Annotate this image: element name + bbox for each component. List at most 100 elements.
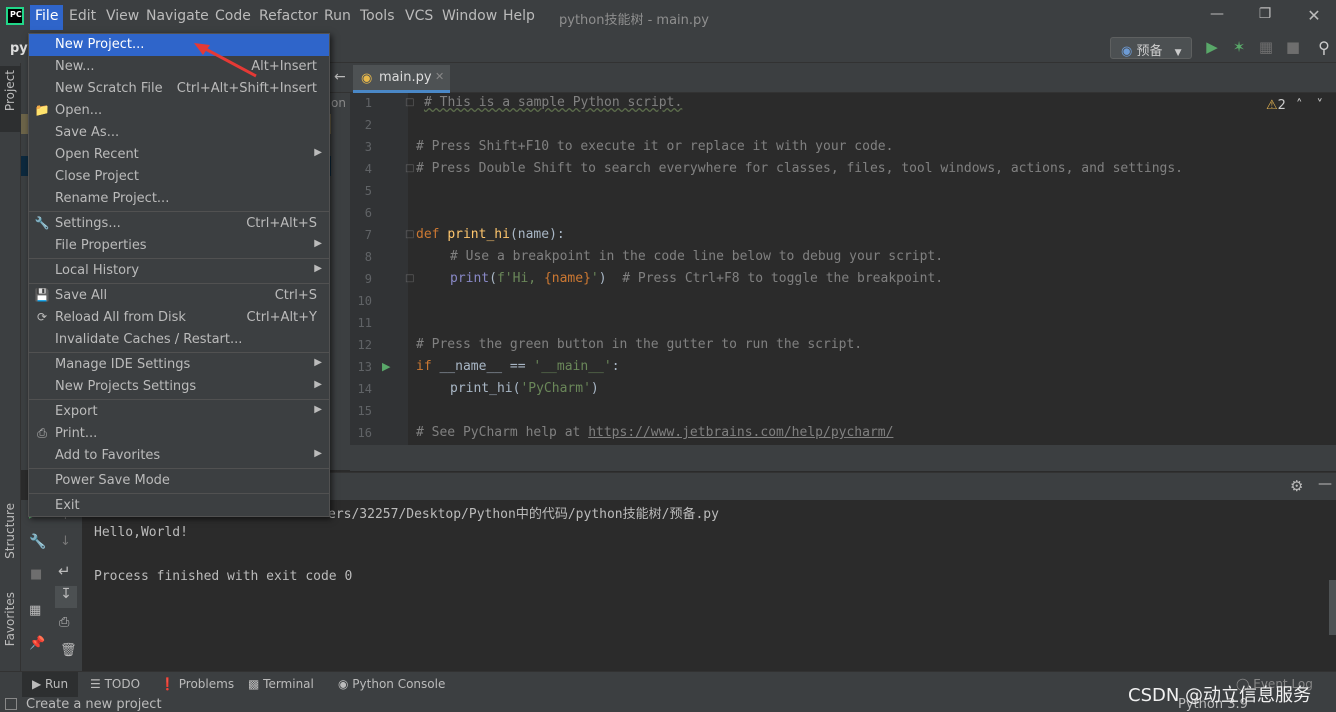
menu-item-rename-project[interactable]: Rename Project... xyxy=(29,188,329,210)
editor-bottom-area xyxy=(350,445,1336,471)
console-scrollbar[interactable] xyxy=(1329,580,1336,635)
favorites-tool-tab[interactable]: Favorites xyxy=(3,592,17,646)
search-icon[interactable]: ⚲ xyxy=(1314,38,1334,58)
menu-item-new[interactable]: New... Alt+Insert xyxy=(29,56,329,78)
down-arrow-icon[interactable]: ↓ xyxy=(60,534,71,549)
print-icon[interactable]: ⎙ xyxy=(59,615,69,630)
menu-item-print[interactable]: ⎙ Print... xyxy=(29,423,329,445)
tab-run[interactable]: ▶ Run xyxy=(32,677,68,691)
menu-item-new-project[interactable]: New Project... xyxy=(29,34,329,56)
soft-wrap-icon[interactable]: ↵ xyxy=(58,562,71,580)
run-gutter-icon[interactable]: ▶ xyxy=(382,360,390,373)
fold-icon[interactable]: □ xyxy=(405,229,414,240)
console-output-line: Hello,World! xyxy=(94,525,188,540)
menu-item-open[interactable]: 📁 Open... xyxy=(29,100,329,122)
line-number: 1 xyxy=(364,96,372,110)
menu-separator xyxy=(29,283,329,284)
terminal-icon: ▩ xyxy=(248,677,264,691)
line-number: 15 xyxy=(357,404,372,418)
menu-item-save-as[interactable]: Save As... xyxy=(29,122,329,144)
menu-navigate[interactable]: Navigate xyxy=(146,8,209,24)
menu-edit[interactable]: Edit xyxy=(69,8,96,24)
menu-item-open-recent[interactable]: Open Recent ▶ xyxy=(29,144,329,166)
menu-run[interactable]: Run xyxy=(324,8,351,24)
tab-problems[interactable]: ❗ Problems xyxy=(160,677,234,691)
chevron-up-icon[interactable]: ˄ xyxy=(1296,98,1303,113)
menu-vcs[interactable]: VCS xyxy=(405,8,433,24)
menu-item-add-to-favorites[interactable]: Add to Favorites ▶ xyxy=(29,445,329,467)
restore-icon[interactable]: ❐ xyxy=(1251,6,1279,28)
wrench-icon[interactable]: 🔧 xyxy=(29,534,46,550)
stop-icon[interactable]: ■ xyxy=(1283,38,1303,58)
fold-icon[interactable]: □ xyxy=(405,97,414,108)
menu-code[interactable]: Code xyxy=(215,8,251,24)
menu-item-new-scratch-file[interactable]: New Scratch File Ctrl+Alt+Shift+Insert xyxy=(29,78,329,100)
menu-item-manage-ide-settings[interactable]: Manage IDE Settings ▶ xyxy=(29,354,329,376)
project-tool-tab[interactable]: Project xyxy=(3,70,17,111)
inspection-widget[interactable]: ⚠2 ˄ ˅ xyxy=(1266,98,1323,113)
close-icon[interactable]: ✕ xyxy=(1300,6,1328,28)
run-config-label: 预备 xyxy=(1136,44,1163,59)
line-number: 6 xyxy=(364,206,372,220)
coverage-icon[interactable]: ▦ xyxy=(1256,38,1276,58)
run-console[interactable] xyxy=(82,500,1336,671)
menu-item-local-history[interactable]: Local History ▶ xyxy=(29,260,329,282)
menu-help[interactable]: Help xyxy=(503,8,535,24)
tab-python-console[interactable]: ◉ Python Console xyxy=(338,677,445,691)
folder-icon: 📁 xyxy=(34,103,50,117)
menu-tools[interactable]: Tools xyxy=(360,8,395,24)
menu-window[interactable]: Window xyxy=(442,8,497,24)
run-icon[interactable]: ▶ xyxy=(1202,38,1222,58)
layout-icon[interactable]: ▦ xyxy=(29,603,41,618)
code-line-9: print(f'Hi, {name}') # Press Ctrl+F8 to … xyxy=(450,271,944,286)
tab-main-py[interactable]: ◉ main.py ✕ xyxy=(353,65,450,93)
fold-icon[interactable]: □ xyxy=(405,163,414,174)
menu-item-save-all[interactable]: 💾 Save All Ctrl+S xyxy=(29,285,329,307)
menu-separator xyxy=(29,258,329,259)
menu-item-new-projects-settings[interactable]: New Projects Settings ▶ xyxy=(29,376,329,398)
code-line-16: # See PyCharm help at https://www.jetbra… xyxy=(416,425,894,440)
scroll-to-end-icon[interactable]: ↧ xyxy=(55,586,77,608)
pycharm-logo-icon: PC xyxy=(6,7,24,25)
menu-item-close-project[interactable]: Close Project xyxy=(29,166,329,188)
submenu-arrow-icon: ▶ xyxy=(314,147,322,158)
fold-icon[interactable]: □ xyxy=(405,273,414,284)
menu-item-export[interactable]: Export ▶ xyxy=(29,401,329,423)
menu-item-exit[interactable]: Exit xyxy=(29,495,329,517)
menu-item-power-save-mode[interactable]: Power Save Mode xyxy=(29,470,329,492)
debug-icon[interactable]: ✶ xyxy=(1229,38,1249,58)
menu-file[interactable]: File xyxy=(30,5,64,30)
status-toggle-icon[interactable] xyxy=(5,698,17,710)
menu-view[interactable]: View xyxy=(106,8,139,24)
tab-terminal[interactable]: ▩ Terminal xyxy=(248,677,314,691)
tabs-arrow-icon[interactable]: ← xyxy=(334,69,346,85)
warning-count: 2 xyxy=(1277,98,1286,113)
line-number: 3 xyxy=(364,140,372,154)
submenu-arrow-icon: ▶ xyxy=(314,448,322,459)
editor-tab-bar xyxy=(330,63,1336,93)
chevron-down-icon[interactable]: ˅ xyxy=(1316,98,1323,113)
menu-refactor[interactable]: Refactor xyxy=(259,8,318,24)
line-number: 9 xyxy=(364,272,372,286)
menu-item-file-properties[interactable]: File Properties ▶ xyxy=(29,235,329,257)
stop-run-icon[interactable]: ■ xyxy=(30,567,42,582)
line-number: 7 xyxy=(364,228,372,242)
tab-close-icon[interactable]: ✕ xyxy=(435,70,444,83)
minimize-panel-icon[interactable]: — xyxy=(1318,476,1332,492)
menu-separator xyxy=(29,211,329,212)
annotation-arrow-icon xyxy=(194,43,257,78)
menu-item-settings[interactable]: 🔧 Settings... Ctrl+Alt+S xyxy=(29,213,329,235)
pin-icon[interactable]: 📌 xyxy=(29,636,45,651)
trash-icon[interactable]: 🗑 xyxy=(60,643,77,658)
minimize-icon[interactable]: — xyxy=(1203,6,1231,28)
menu-item-invalidate-caches[interactable]: Invalidate Caches / Restart... xyxy=(29,329,329,351)
project-breadcrumb[interactable]: py xyxy=(10,41,28,56)
run-config-select[interactable]: ◉ 预备 ▼ xyxy=(1110,37,1192,59)
tab-todo[interactable]: ☰ TODO xyxy=(90,677,140,691)
code-line-14: print_hi('PyCharm') xyxy=(450,381,599,396)
gear-icon[interactable]: ⚙ xyxy=(1290,477,1303,495)
code-line-1: # This is a sample Python script. xyxy=(424,95,683,110)
structure-tool-tab[interactable]: Structure xyxy=(3,503,17,559)
menu-item-reload[interactable]: ⟳ Reload All from Disk Ctrl+Alt+Y xyxy=(29,307,329,329)
status-text: Create a new project xyxy=(26,697,162,712)
